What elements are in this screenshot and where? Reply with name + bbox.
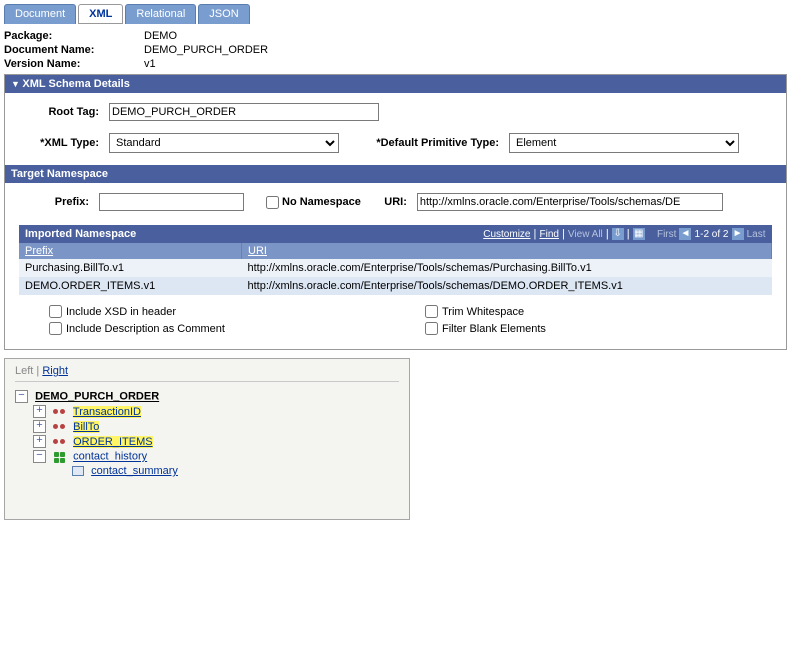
filter-blank-label: Filter Blank Elements — [442, 323, 546, 335]
viewall-link: View All — [568, 229, 603, 240]
no-namespace-checkbox[interactable] — [266, 196, 279, 209]
package-label: Package: — [4, 30, 144, 42]
find-link[interactable]: Find — [539, 229, 558, 240]
xml-type-select[interactable]: Standard — [109, 133, 339, 153]
no-namespace-label: No Namespace — [282, 196, 361, 208]
default-prim-select[interactable]: Element — [509, 133, 739, 153]
tree-panel: Left | Right − DEMO_PURCH_ORDER + Transa… — [4, 358, 410, 520]
root-tag-input[interactable] — [109, 103, 379, 121]
ns-prefix-cell: DEMO.ORDER_ITEMS.v1 — [19, 277, 242, 295]
prev-icon[interactable]: ◄ — [679, 228, 691, 240]
primitive-icon — [53, 421, 67, 433]
expand-icon[interactable]: + — [33, 435, 46, 448]
tab-document[interactable]: Document — [4, 4, 76, 24]
customize-link[interactable]: Customize — [483, 229, 530, 240]
prefix-label: Prefix: — [45, 196, 89, 208]
meta-block: Package: DEMO Document Name: DEMO_PURCH_… — [4, 30, 787, 70]
include-desc-checkbox[interactable] — [49, 322, 62, 335]
spacer: · — [51, 466, 64, 477]
tree-right-link[interactable]: Right — [42, 365, 68, 377]
xml-type-label: *XML Type: — [19, 137, 99, 149]
imported-ns-toolbar: Customize | Find | View All | ⇩ | ▦ Firs… — [242, 225, 772, 243]
collapse-icon[interactable]: − — [15, 390, 28, 403]
root-tag-label: Root Tag: — [19, 106, 99, 118]
version-label: Version Name: — [4, 58, 144, 70]
table-row: DEMO.ORDER_ITEMS.v1 http://xmlns.oracle.… — [19, 277, 772, 295]
ns-uri-cell: http://xmlns.oracle.com/Enterprise/Tools… — [242, 277, 772, 295]
node-contact-summary[interactable]: contact_summary — [91, 465, 178, 477]
uri-label: URI: — [371, 196, 407, 208]
ns-uri-cell: http://xmlns.oracle.com/Enterprise/Tools… — [242, 259, 772, 277]
range-text: 1-2 of 2 — [695, 229, 729, 240]
include-desc-label: Include Description as Comment — [66, 323, 225, 335]
first-link: First — [657, 229, 676, 240]
tab-xml[interactable]: XML — [78, 4, 123, 24]
xml-tree: − DEMO_PURCH_ORDER + TransactionID + Bil… — [15, 390, 399, 477]
compound-icon — [53, 451, 67, 463]
node-order-items[interactable]: ORDER_ITEMS — [73, 436, 152, 448]
expand-icon[interactable]: + — [33, 405, 46, 418]
trim-ws-label: Trim Whitespace — [442, 306, 524, 318]
options-row: Include XSD in header Include Descriptio… — [19, 305, 772, 339]
expand-icon[interactable]: + — [33, 420, 46, 433]
grid-icon[interactable]: ▦ — [633, 228, 645, 240]
uri-input[interactable] — [417, 193, 723, 211]
collapse-icon[interactable]: − — [33, 450, 46, 463]
node-contact-history[interactable]: contact_history — [73, 451, 147, 463]
prefix-input[interactable] — [99, 193, 244, 211]
table-row: Purchasing.BillTo.v1 http://xmlns.oracle… — [19, 259, 772, 277]
target-ns-header: Target Namespace — [5, 165, 786, 183]
leaf-icon — [71, 465, 85, 477]
default-prim-label: *Default Primitive Type: — [349, 137, 499, 149]
last-link: Last — [747, 229, 766, 240]
tree-root-node[interactable]: DEMO_PURCH_ORDER — [35, 391, 159, 403]
include-xsd-checkbox[interactable] — [49, 305, 62, 318]
download-icon[interactable]: ⇩ — [612, 228, 624, 240]
docname-value: DEMO_PURCH_ORDER — [144, 44, 268, 56]
docname-label: Document Name: — [4, 44, 144, 56]
node-billto[interactable]: BillTo — [73, 421, 99, 433]
tab-json[interactable]: JSON — [198, 4, 249, 24]
xml-schema-panel: XML Schema Details Root Tag: *XML Type: … — [4, 74, 787, 350]
col-prefix-sort[interactable]: Prefix — [25, 245, 53, 257]
package-value: DEMO — [144, 30, 177, 42]
ns-prefix-cell: Purchasing.BillTo.v1 — [19, 259, 242, 277]
filter-blank-checkbox[interactable] — [425, 322, 438, 335]
include-xsd-label: Include XSD in header — [66, 306, 176, 318]
version-value: v1 — [144, 58, 156, 70]
node-transactionid[interactable]: TransactionID — [73, 406, 141, 418]
panel-header-schema[interactable]: XML Schema Details — [5, 75, 786, 93]
tab-relational[interactable]: Relational — [125, 4, 196, 24]
next-icon[interactable]: ► — [732, 228, 744, 240]
primitive-icon — [53, 436, 67, 448]
trim-ws-checkbox[interactable] — [425, 305, 438, 318]
tree-left-link: Left — [15, 365, 33, 377]
imported-ns-title: Imported Namespace — [19, 225, 242, 243]
primitive-icon — [53, 406, 67, 418]
tab-bar: Document XML Relational JSON — [4, 4, 787, 24]
imported-ns-table: Imported Namespace Customize | Find | Vi… — [19, 225, 772, 295]
col-uri-sort[interactable]: URI — [248, 245, 267, 257]
